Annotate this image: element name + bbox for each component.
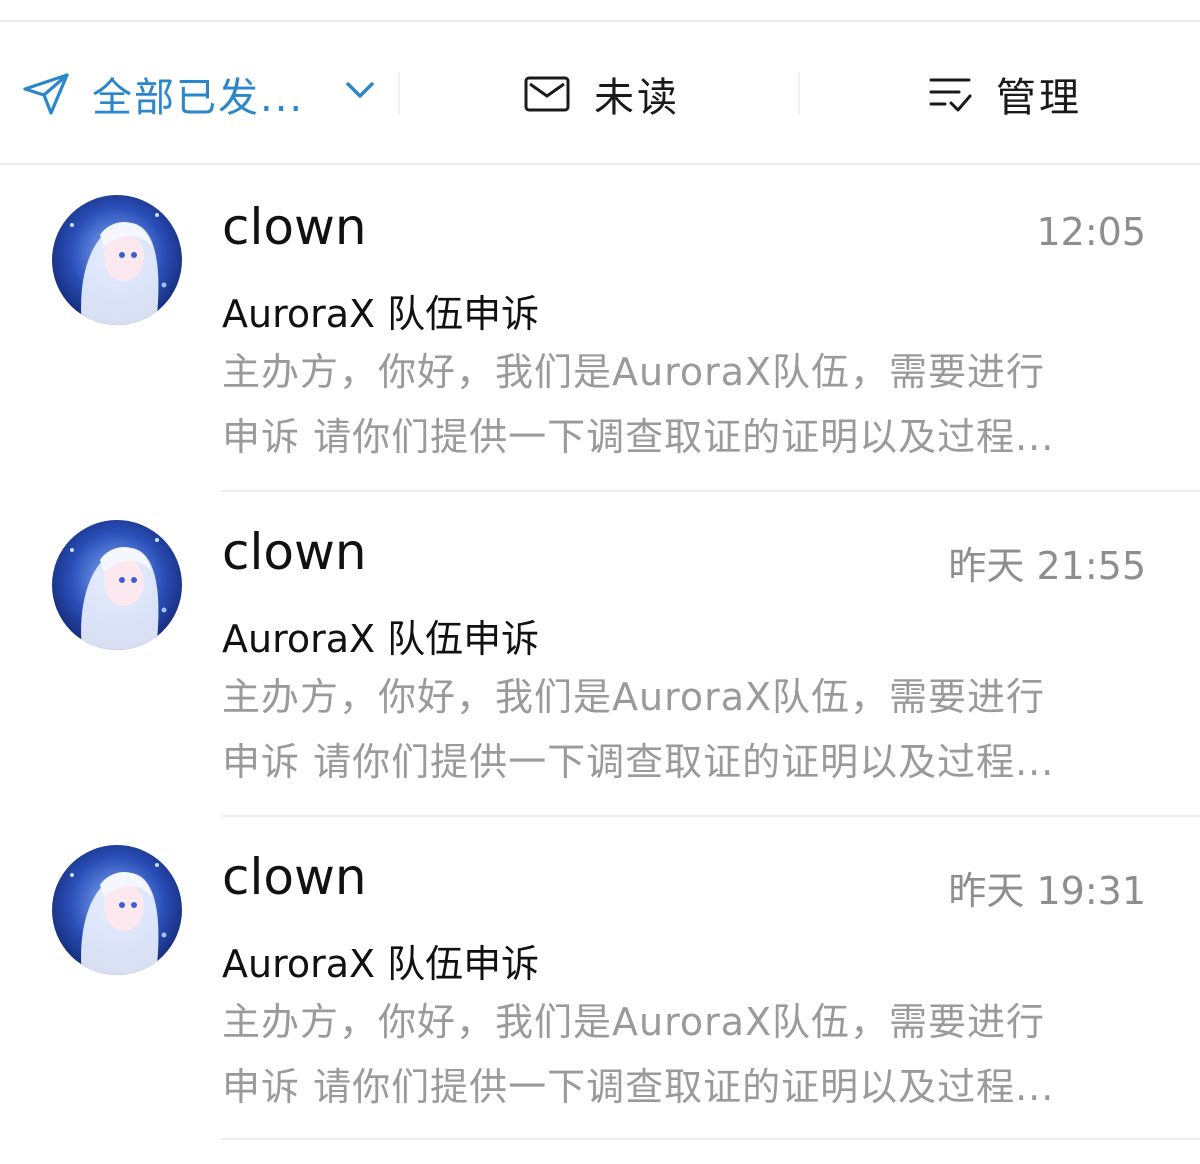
- mail-time: 12:05: [1036, 210, 1146, 254]
- toolbar-separator: [398, 72, 400, 114]
- mail-subject: AuroraX 队伍申诉: [222, 942, 540, 986]
- mail-sender: clown: [222, 848, 367, 906]
- chevron-down-icon[interactable]: [344, 78, 376, 102]
- mail-list-item[interactable]: clown 昨天 19:31 AuroraX 队伍申诉 主办方，你好，我们是Au…: [0, 818, 1200, 1143]
- mail-preview-line: 申诉 请你们提供一下调查取证的证明以及过程...: [222, 1065, 1055, 1109]
- avatar[interactable]: [52, 845, 182, 975]
- mail-preview-line: 主办方，你好，我们是AuroraX队伍，需要进行: [222, 350, 1046, 394]
- folder-filter-button[interactable]: 全部已发...: [22, 22, 394, 165]
- mail-preview-line: 主办方，你好，我们是AuroraX队伍，需要进行: [222, 1000, 1046, 1044]
- mail-time: 昨天 19:31: [948, 869, 1146, 913]
- mail-preview: 主办方，你好，我们是AuroraX队伍，需要进行 申诉 请你们提供一下调查取证的…: [222, 990, 1132, 1120]
- manage-list-icon: [929, 78, 972, 111]
- manage-label: 管理: [996, 74, 1082, 121]
- toolbar-separator: [798, 72, 800, 114]
- mail-preview-line: 主办方，你好，我们是AuroraX队伍，需要进行: [222, 675, 1046, 719]
- avatar[interactable]: [52, 520, 182, 650]
- mail-list-item[interactable]: clown 昨天 21:55 AuroraX 队伍申诉 主办方，你好，我们是Au…: [0, 493, 1200, 818]
- mail-preview: 主办方，你好，我们是AuroraX队伍，需要进行 申诉 请你们提供一下调查取证的…: [222, 665, 1132, 795]
- unread-label: 未读: [594, 74, 680, 121]
- mail-preview-line: 申诉 请你们提供一下调查取证的证明以及过程...: [222, 415, 1055, 459]
- mail-time: 昨天 21:55: [948, 544, 1146, 588]
- row-divider: [222, 1138, 1200, 1140]
- unread-filter-button[interactable]: 未读: [524, 22, 680, 165]
- mail-preview-line: 申诉 请你们提供一下调查取证的证明以及过程...: [222, 740, 1055, 784]
- row-divider: [222, 815, 1200, 817]
- mail-sender: clown: [222, 198, 367, 256]
- mail-icon: [524, 76, 570, 111]
- mail-sender: clown: [222, 523, 367, 581]
- mail-subject: AuroraX 队伍申诉: [222, 617, 540, 661]
- folder-filter-label: 全部已发...: [92, 74, 305, 121]
- manage-button[interactable]: 管理: [928, 22, 1082, 165]
- mail-subject: AuroraX 队伍申诉: [222, 292, 540, 336]
- mail-preview: 主办方，你好，我们是AuroraX队伍，需要进行 申诉 请你们提供一下调查取证的…: [222, 340, 1132, 470]
- avatar[interactable]: [52, 195, 182, 325]
- row-divider: [222, 490, 1200, 492]
- send-icon: [23, 72, 69, 115]
- mail-list-item[interactable]: clown 12:05 AuroraX 队伍申诉 主办方，你好，我们是Auror…: [0, 168, 1200, 493]
- mail-filter-toolbar: 全部已发... 未读 管理: [0, 22, 1200, 165]
